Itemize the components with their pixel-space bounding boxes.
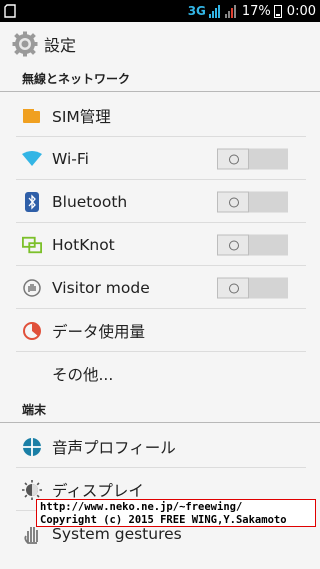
bluetooth-icon bbox=[22, 191, 42, 212]
hotknot-icon bbox=[22, 235, 42, 255]
settings-item-more[interactable]: その他... bbox=[0, 352, 320, 395]
toggle-knob bbox=[217, 234, 249, 255]
settings-item-label: その他... bbox=[52, 365, 114, 384]
settings-item-label: Wi-Fi bbox=[52, 149, 89, 168]
data-usage-icon bbox=[22, 321, 42, 341]
toggle-knob bbox=[217, 277, 249, 298]
settings-item-label: SIM管理 bbox=[52, 107, 111, 126]
settings-item-label: データ使用量 bbox=[52, 322, 146, 341]
section-header-wireless: 無線とネットワーク bbox=[0, 66, 320, 92]
settings-item-wifi[interactable]: Wi-Fi bbox=[0, 137, 320, 180]
sd-card-icon bbox=[4, 4, 16, 18]
toggle-knob bbox=[217, 191, 249, 212]
audio-profile-icon bbox=[22, 437, 42, 457]
settings-item-visitor-mode[interactable]: Visitor mode bbox=[0, 266, 320, 309]
settings-item-label: ディスプレイ bbox=[52, 481, 144, 500]
copyright-watermark: http://www.neko.ne.jp/~freewing/ Copyrig… bbox=[36, 499, 316, 527]
battery-percent: 17% bbox=[241, 3, 271, 19]
visitor-mode-toggle[interactable] bbox=[217, 277, 288, 298]
toggle-knob bbox=[217, 148, 249, 169]
watermark-copyright: Copyright (c) 2015 FREE WING,Y.Sakamoto bbox=[40, 513, 287, 526]
settings-item-label: HotKnot bbox=[52, 235, 115, 254]
action-bar: 設定 bbox=[0, 22, 320, 66]
signal-strength-icon bbox=[208, 4, 220, 18]
wifi-toggle[interactable] bbox=[217, 148, 288, 169]
settings-item-sim[interactable]: SIM管理 bbox=[0, 94, 320, 137]
battery-icon bbox=[273, 4, 282, 18]
settings-item-audio-profiles[interactable]: 音声プロフィール bbox=[0, 425, 320, 468]
bluetooth-toggle[interactable] bbox=[217, 191, 288, 212]
settings-item-bluetooth[interactable]: Bluetooth bbox=[0, 180, 320, 223]
clock: 0:00 bbox=[286, 3, 316, 19]
page-title: 設定 bbox=[44, 36, 77, 55]
settings-gear-icon[interactable] bbox=[12, 31, 38, 57]
sim-card-icon bbox=[22, 106, 42, 126]
network-type: 3G bbox=[187, 4, 206, 18]
status-right: 3G 17% 0:00 bbox=[188, 0, 316, 22]
wifi-icon bbox=[22, 149, 42, 169]
settings-item-label: Bluetooth bbox=[52, 192, 128, 211]
section-header-device: 端末 bbox=[0, 397, 320, 423]
display-brightness-icon bbox=[22, 479, 42, 500]
hotknot-toggle[interactable] bbox=[217, 234, 288, 255]
watermark-url: http://www.neko.ne.jp/~freewing/ bbox=[40, 501, 243, 513]
visitor-hand-icon bbox=[22, 278, 42, 298]
settings-item-label: 音声プロフィール bbox=[52, 438, 176, 457]
settings-item-label: System gestures bbox=[52, 524, 182, 543]
settings-item-data-usage[interactable]: データ使用量 bbox=[0, 309, 320, 352]
settings-item-label: Visitor mode bbox=[52, 278, 150, 297]
signal-strength-icon-2 bbox=[224, 4, 236, 18]
status-bar: 3G 17% 0:00 bbox=[0, 0, 320, 22]
settings-item-hotknot[interactable]: HotKnot bbox=[0, 223, 320, 266]
